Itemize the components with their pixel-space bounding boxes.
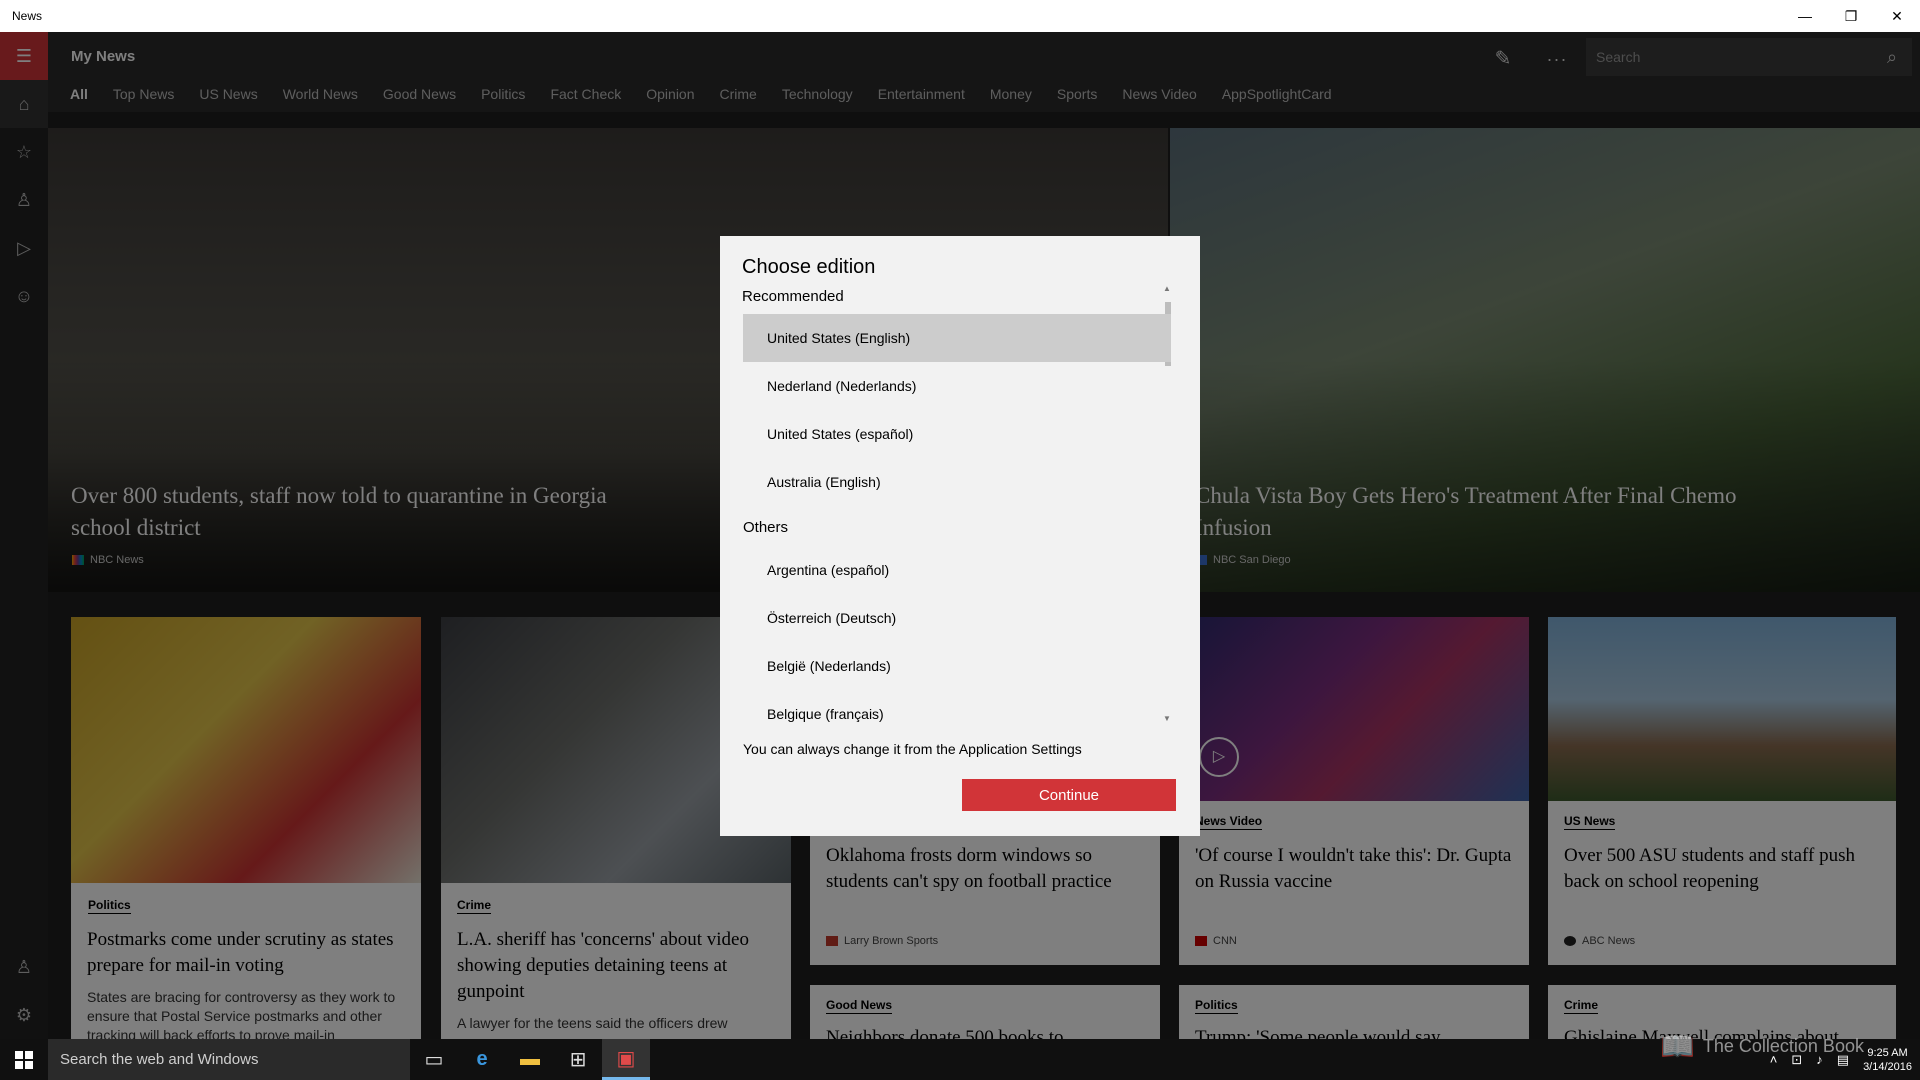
- news-app-icon[interactable]: ▣: [602, 1039, 650, 1080]
- store-icon[interactable]: ⊞: [554, 1039, 602, 1080]
- edge-icon[interactable]: e: [458, 1039, 506, 1080]
- taskbar-search[interactable]: Search the web and Windows: [48, 1039, 410, 1080]
- edition-option[interactable]: België (Nederlands): [743, 642, 1171, 690]
- book-icon: 📖: [1660, 1031, 1695, 1062]
- others-label: Others: [743, 519, 789, 536]
- dialog-title: Choose edition: [742, 256, 876, 278]
- watermark: 📖 The Collection Book: [1660, 1031, 1864, 1062]
- dialog-hint: You can always change it from the Applic…: [743, 741, 1082, 757]
- task-view-icon[interactable]: ▭: [410, 1039, 458, 1080]
- edition-option[interactable]: Belgique (français): [743, 690, 1171, 738]
- restore-button[interactable]: ❐: [1828, 0, 1874, 32]
- edition-option[interactable]: Australia (English): [743, 458, 1171, 506]
- edition-option[interactable]: Argentina (español): [743, 546, 1171, 594]
- clock[interactable]: 9:25 AM 3/14/2016: [1863, 1046, 1912, 1074]
- choose-edition-dialog: Choose edition Recommended ▲ United Stat…: [720, 236, 1200, 836]
- windows-start-icon[interactable]: [0, 1039, 48, 1080]
- minimize-button[interactable]: —: [1782, 0, 1828, 32]
- recommended-label: Recommended: [742, 288, 844, 305]
- file-explorer-icon[interactable]: ▬: [506, 1039, 554, 1080]
- continue-button[interactable]: Continue: [962, 779, 1176, 811]
- edition-option[interactable]: United States (English): [743, 314, 1171, 362]
- edition-option[interactable]: Nederland (Nederlands): [743, 362, 1171, 410]
- scroll-down-icon[interactable]: ▼: [1163, 714, 1171, 723]
- edition-option[interactable]: United States (español): [743, 410, 1171, 458]
- taskbar: Search the web and Windows ▭ e ▬ ⊞ ▣ ˄ ⊡…: [0, 1039, 1920, 1080]
- scroll-up-icon[interactable]: ▲: [1163, 284, 1171, 293]
- close-button[interactable]: ✕: [1874, 0, 1920, 32]
- edition-option[interactable]: Österreich (Deutsch): [743, 594, 1171, 642]
- title-bar: News — ❐ ✕: [0, 0, 1920, 32]
- window-title: News: [12, 9, 43, 23]
